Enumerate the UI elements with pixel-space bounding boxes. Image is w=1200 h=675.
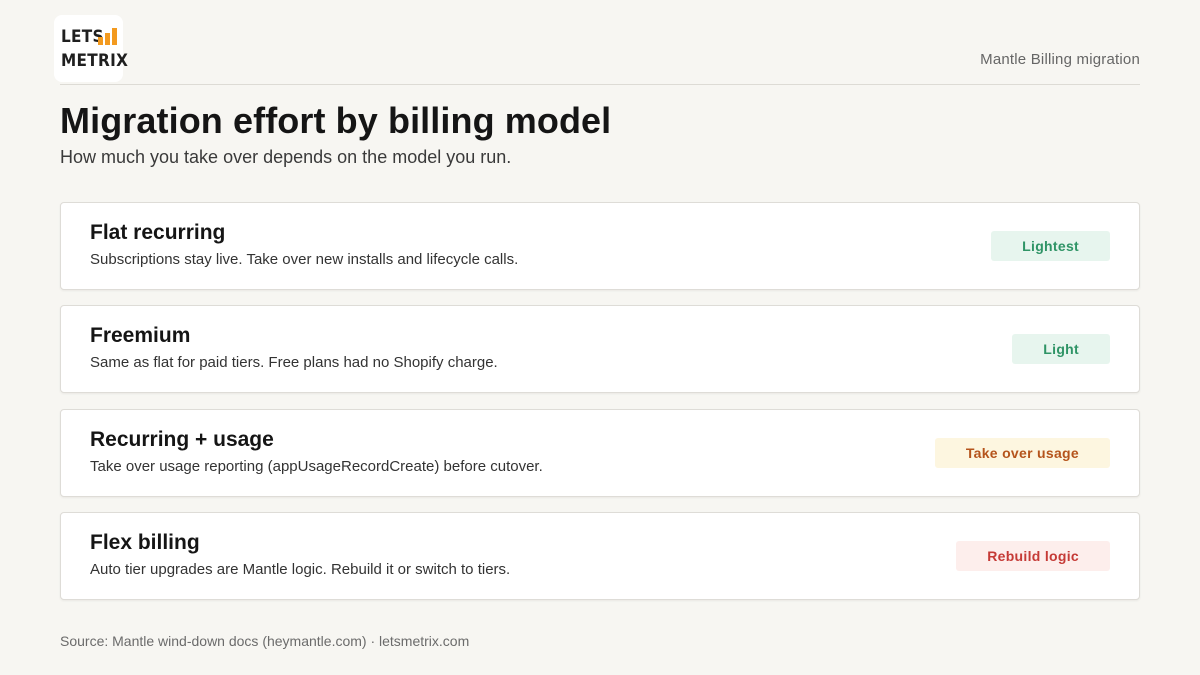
logo: LETS METRIX (54, 15, 128, 82)
card-title: Flat recurring (90, 221, 226, 244)
header-context: Mantle Billing migration (980, 51, 1140, 68)
billing-model-card: Freemium Same as flat for paid tiers. Fr… (60, 305, 1140, 393)
effort-badge: Take over usage (934, 438, 1110, 468)
bar-chart-icon (98, 28, 118, 45)
card-description: Subscriptions stay live. Take over new i… (90, 251, 519, 268)
billing-model-card: Recurring + usage Take over usage report… (60, 409, 1140, 497)
effort-badge: Light (1012, 334, 1110, 364)
card-description: Same as flat for paid tiers. Free plans … (90, 354, 498, 371)
header-divider (60, 84, 1140, 85)
effort-badge: Rebuild logic (956, 541, 1110, 571)
card-title: Freemium (90, 324, 191, 347)
card-description: Auto tier upgrades are Mantle logic. Reb… (90, 561, 511, 578)
page-title: Migration effort by billing model (60, 100, 612, 141)
billing-model-card: Flex billing Auto tier upgrades are Mant… (60, 512, 1140, 600)
card-title: Flex billing (90, 531, 200, 554)
card-description: Take over usage reporting (appUsageRecor… (90, 458, 543, 475)
page-subtitle: How much you take over depends on the mo… (60, 147, 512, 167)
card-title: Recurring + usage (90, 428, 274, 451)
billing-model-card: Flat recurring Subscriptions stay live. … (60, 202, 1140, 290)
effort-badge: Lightest (991, 231, 1110, 261)
logo-text-metrix: METRIX (61, 51, 129, 71)
source-footer: Source: Mantle wind-down docs (heymantle… (60, 633, 470, 649)
